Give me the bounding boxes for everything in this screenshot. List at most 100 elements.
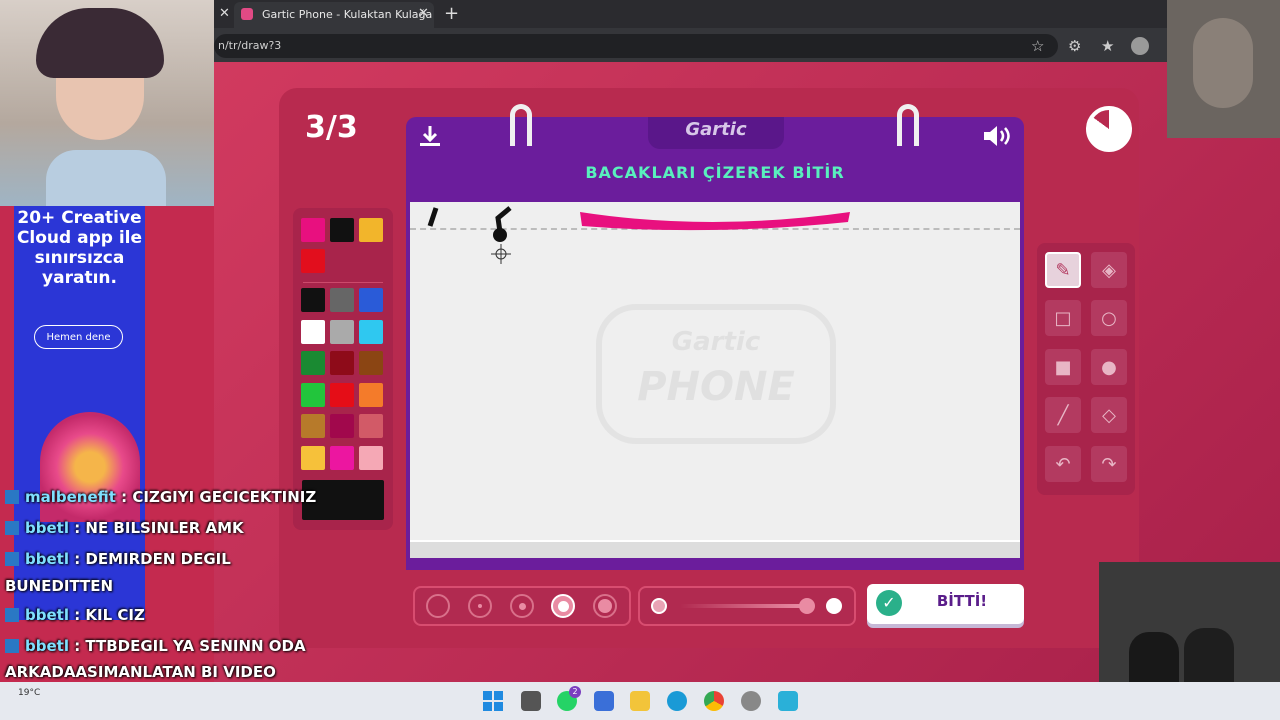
- circle-outline-icon: ○: [1101, 307, 1117, 329]
- watermark-gartic: Gartic: [671, 327, 761, 357]
- color-swatch[interactable]: [330, 414, 354, 438]
- ellipse-fill-tool[interactable]: ●: [1091, 349, 1127, 385]
- opacity-track[interactable]: [680, 604, 802, 608]
- chat-message: bbetl : NE BILSINLER AMK: [5, 519, 244, 537]
- favorites-icon[interactable]: ★: [1101, 37, 1114, 55]
- bucket-icon: ◇: [1102, 404, 1116, 426]
- color-swatch[interactable]: [330, 382, 354, 407]
- palette-divider: [303, 282, 383, 283]
- chat-message: BUNEDITTEN: [5, 577, 113, 595]
- brush-size-4[interactable]: [551, 594, 575, 618]
- recent-color-swatch[interactable]: [330, 218, 354, 242]
- opacity-low-icon: [651, 598, 667, 614]
- recent-color-swatch[interactable]: [359, 218, 383, 242]
- chat-username: malbenefit: [25, 488, 122, 506]
- brush-size-5[interactable]: [593, 594, 617, 618]
- chat-text: : NE BILSINLER AMK: [74, 519, 244, 537]
- chat-message: bbetl : TTBDEGIL YA SENINN ODA: [5, 637, 306, 655]
- color-swatch[interactable]: [330, 319, 354, 344]
- color-swatch[interactable]: [301, 445, 325, 470]
- chat-message: ARKADAASIMANLATAN BI VIDEO: [5, 663, 276, 681]
- color-swatch[interactable]: [330, 445, 354, 470]
- color-swatch[interactable]: [359, 319, 383, 344]
- streamer-webcam: [0, 0, 214, 206]
- color-swatch[interactable]: [301, 351, 325, 375]
- obs-icon[interactable]: [741, 691, 761, 711]
- square-filled-icon: ■: [1054, 356, 1072, 378]
- opacity-high-icon: [826, 598, 842, 614]
- browser-tab[interactable]: Gartic Phone - Kulaktan Kulağa: [234, 2, 434, 28]
- ad-cta-button[interactable]: Hemen dene: [34, 325, 123, 349]
- line-icon: ╱: [1057, 404, 1069, 426]
- ad-headline: 20+ Creative Cloud app ile sınırsızca ya…: [16, 208, 143, 288]
- fill-bucket-tool[interactable]: ◇: [1091, 397, 1127, 433]
- volume-icon[interactable]: [982, 123, 1014, 153]
- recent-color-swatch[interactable]: [301, 249, 325, 273]
- ellipse-outline-tool[interactable]: ○: [1091, 300, 1127, 336]
- done-button-label: BİTTİ!: [936, 592, 988, 610]
- instruction-title: BACAKLARI ÇİZEREK BİTİR: [585, 163, 845, 182]
- pencil-tool[interactable]: ✎: [1045, 252, 1081, 288]
- color-swatch[interactable]: [330, 351, 354, 375]
- chat-message: malbenefit : CIZGIYI GECICEKTINIZ: [5, 488, 316, 506]
- file-explorer-icon[interactable]: [630, 691, 650, 711]
- color-swatch[interactable]: [359, 288, 383, 312]
- eraser-tool[interactable]: ◈: [1091, 252, 1127, 288]
- bookmark-star-icon[interactable]: ☆: [1031, 37, 1044, 55]
- windows-start-icon[interactable]: [483, 691, 503, 715]
- color-swatch[interactable]: [359, 414, 383, 438]
- color-swatch[interactable]: [359, 445, 383, 470]
- circle-filled-icon: ●: [1101, 356, 1117, 378]
- prev-tab-close-icon[interactable]: ✕: [219, 6, 230, 21]
- notebook-ring-right: [897, 104, 919, 146]
- chat-badge-icon: [5, 608, 19, 622]
- undo-tool[interactable]: ↶: [1045, 446, 1081, 482]
- chat-text: : KIL CIZ: [74, 606, 145, 624]
- tab-title: Gartic Phone - Kulaktan Kulağa: [262, 8, 433, 21]
- square-outline-icon: □: [1054, 307, 1072, 329]
- task-view-icon[interactable]: [521, 691, 541, 711]
- pencil-icon: ✎: [1055, 259, 1071, 281]
- rectangle-fill-tool[interactable]: ■: [1045, 349, 1081, 385]
- round-counter: 3/3: [305, 110, 358, 145]
- opacity-thumb[interactable]: [799, 598, 815, 614]
- brush-size-2[interactable]: [468, 594, 492, 618]
- color-swatch[interactable]: [301, 319, 325, 344]
- redo-tool[interactable]: ↷: [1091, 446, 1127, 482]
- download-icon[interactable]: [417, 123, 443, 153]
- chat-badge-icon: [5, 552, 19, 566]
- eraser-icon: ◈: [1102, 259, 1116, 281]
- chat-text: : CIZGIYI GECICEKTINIZ: [121, 488, 317, 506]
- profile-avatar-icon[interactable]: [1131, 37, 1149, 55]
- extensions-icon[interactable]: ⚙: [1068, 37, 1081, 55]
- brush-size-3[interactable]: [510, 594, 534, 618]
- redo-icon: ↷: [1101, 453, 1117, 475]
- color-swatch[interactable]: [359, 351, 383, 375]
- color-swatch[interactable]: [359, 382, 383, 407]
- weather-temp: 19°C: [18, 688, 41, 698]
- notepad-icon[interactable]: [778, 691, 798, 711]
- color-swatch[interactable]: [301, 414, 325, 438]
- chat-message: bbetl : DEMIRDEN DEGIL: [5, 550, 231, 568]
- rectangle-outline-tool[interactable]: □: [1045, 300, 1081, 336]
- tab-close-icon[interactable]: ✕: [418, 6, 429, 21]
- address-bar[interactable]: n/tr/draw?3: [214, 34, 1058, 58]
- chrome-icon[interactable]: [704, 691, 724, 711]
- notification-badge: 2: [569, 686, 581, 698]
- edge-browser-icon[interactable]: [667, 691, 687, 711]
- line-tool[interactable]: ╱: [1045, 397, 1081, 433]
- chat-text: : DEMIRDEN DEGIL: [74, 550, 231, 568]
- chat-username: bbetl: [25, 550, 75, 568]
- chat-text: BUNEDITTEN: [5, 577, 114, 595]
- chat-username: bbetl: [25, 519, 75, 537]
- new-tab-icon[interactable]: +: [444, 3, 459, 24]
- color-swatch[interactable]: [330, 288, 354, 312]
- chat-text: : TTBDEGIL YA SENINN ODA: [74, 637, 306, 655]
- color-swatch[interactable]: [301, 288, 325, 312]
- store-icon[interactable]: [594, 691, 614, 711]
- color-swatch[interactable]: [301, 382, 325, 407]
- brush-size-1[interactable]: [426, 594, 450, 618]
- recent-color-swatch[interactable]: [301, 218, 325, 242]
- chat-username: bbetl: [25, 637, 75, 655]
- gartic-favicon-icon: [241, 8, 253, 20]
